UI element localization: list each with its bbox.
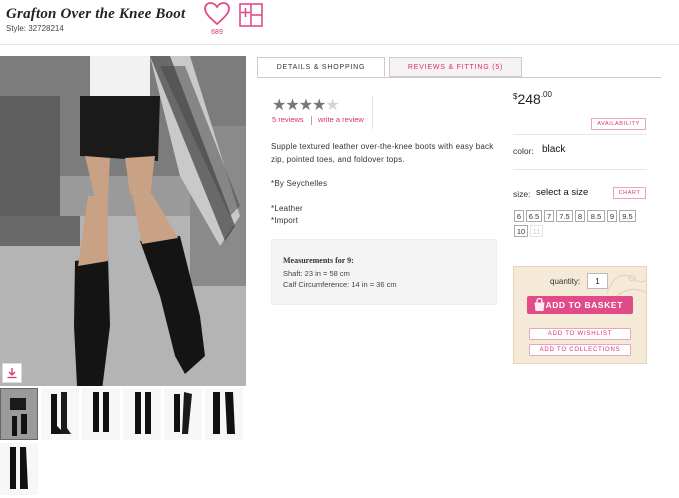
- header-divider: [0, 44, 679, 45]
- price: $248.00: [513, 90, 552, 107]
- size-option-6[interactable]: 6: [514, 210, 524, 222]
- tab-reviews-fitting[interactable]: REVIEWS & FITTING (5): [389, 57, 522, 77]
- thumbnail-6[interactable]: [205, 388, 243, 440]
- color-label: color:: [513, 146, 534, 156]
- size-selected-value: select a size: [536, 187, 589, 198]
- star-rating: ★★★★★: [272, 97, 340, 114]
- product-description: Supple textured leather over-the-knee bo…: [271, 141, 497, 228]
- product-main-image[interactable]: [0, 56, 246, 386]
- divider: [513, 169, 647, 170]
- size-option-8[interactable]: 8: [575, 210, 585, 222]
- measurements-box: Measurements for 9: Shaft: 23 in = 58 cm…: [271, 239, 497, 305]
- thumbnail-5[interactable]: [164, 388, 202, 440]
- size-option-9-5[interactable]: 9.5: [619, 210, 636, 222]
- size-option-7[interactable]: 7: [544, 210, 554, 222]
- tab-details-shopping[interactable]: DETAILS & SHOPPING: [257, 57, 385, 77]
- add-to-basket-button[interactable]: ADD TO BASKET: [527, 296, 633, 314]
- shopping-bag-icon: [534, 298, 545, 311]
- reviews-link[interactable]: 5 reviews: [272, 115, 304, 124]
- product-tabs: DETAILS & SHOPPING REVIEWS & FITTING (5): [257, 57, 661, 77]
- measurement-calf: Calf Circumference: 14 in = 36 cm: [283, 280, 397, 289]
- thumbnail-4[interactable]: [123, 388, 161, 440]
- thumbnail-1[interactable]: [0, 388, 38, 440]
- designer-credit: *By Seychelles: [271, 179, 328, 188]
- size-option-7-5[interactable]: 7.5: [556, 210, 573, 222]
- measurements-title: Measurements for 9:: [283, 256, 354, 265]
- color-value: black: [542, 144, 566, 155]
- reviews-separator: [311, 116, 312, 125]
- size-chart-button[interactable]: CHART: [613, 187, 646, 199]
- star-empty-icon: ★: [325, 97, 339, 114]
- size-option-11: 11: [530, 225, 543, 237]
- origin-line: *Import: [271, 216, 299, 225]
- size-option-6-5[interactable]: 6.5: [526, 210, 542, 222]
- add-to-board-icon[interactable]: [239, 3, 263, 27]
- quantity-label: quantity:: [550, 277, 581, 286]
- likes-count: 689: [211, 29, 223, 36]
- write-review-link[interactable]: write a review: [318, 115, 364, 124]
- divider: [513, 134, 647, 135]
- size-option-8-5[interactable]: 8.5: [587, 210, 605, 222]
- description-text: Supple textured leather over-the-knee bo…: [271, 142, 494, 164]
- thumbnail-2[interactable]: [41, 388, 79, 440]
- tabs-divider: [257, 77, 661, 78]
- purchase-panel: quantity: 1 ADD TO BASKET ADD TO WISHLIS…: [513, 266, 647, 364]
- size-option-10[interactable]: 10: [514, 225, 528, 237]
- add-to-basket-label: ADD TO BASKET: [545, 300, 623, 310]
- heart-icon[interactable]: [203, 1, 231, 27]
- size-option-9[interactable]: 9: [607, 210, 617, 222]
- product-title: Grafton Over the Knee Boot: [6, 6, 186, 22]
- reviews-vertical-divider: [372, 96, 373, 129]
- availability-button[interactable]: AVAILABILITY: [591, 118, 646, 130]
- size-label: size:: [513, 189, 531, 199]
- download-icon[interactable]: [2, 363, 22, 383]
- measurement-shaft: Shaft: 23 in = 58 cm: [283, 269, 350, 278]
- quantity-input[interactable]: 1: [587, 273, 608, 289]
- thumbnail-7[interactable]: [0, 443, 38, 495]
- thumbnail-3[interactable]: [82, 388, 120, 440]
- style-number: Style: 32728214: [6, 24, 64, 33]
- add-to-wishlist-button[interactable]: ADD TO WISHLIST: [529, 328, 631, 340]
- material-line: *Leather: [271, 203, 303, 213]
- add-to-collections-button[interactable]: ADD TO COLLECTIONS: [529, 344, 631, 356]
